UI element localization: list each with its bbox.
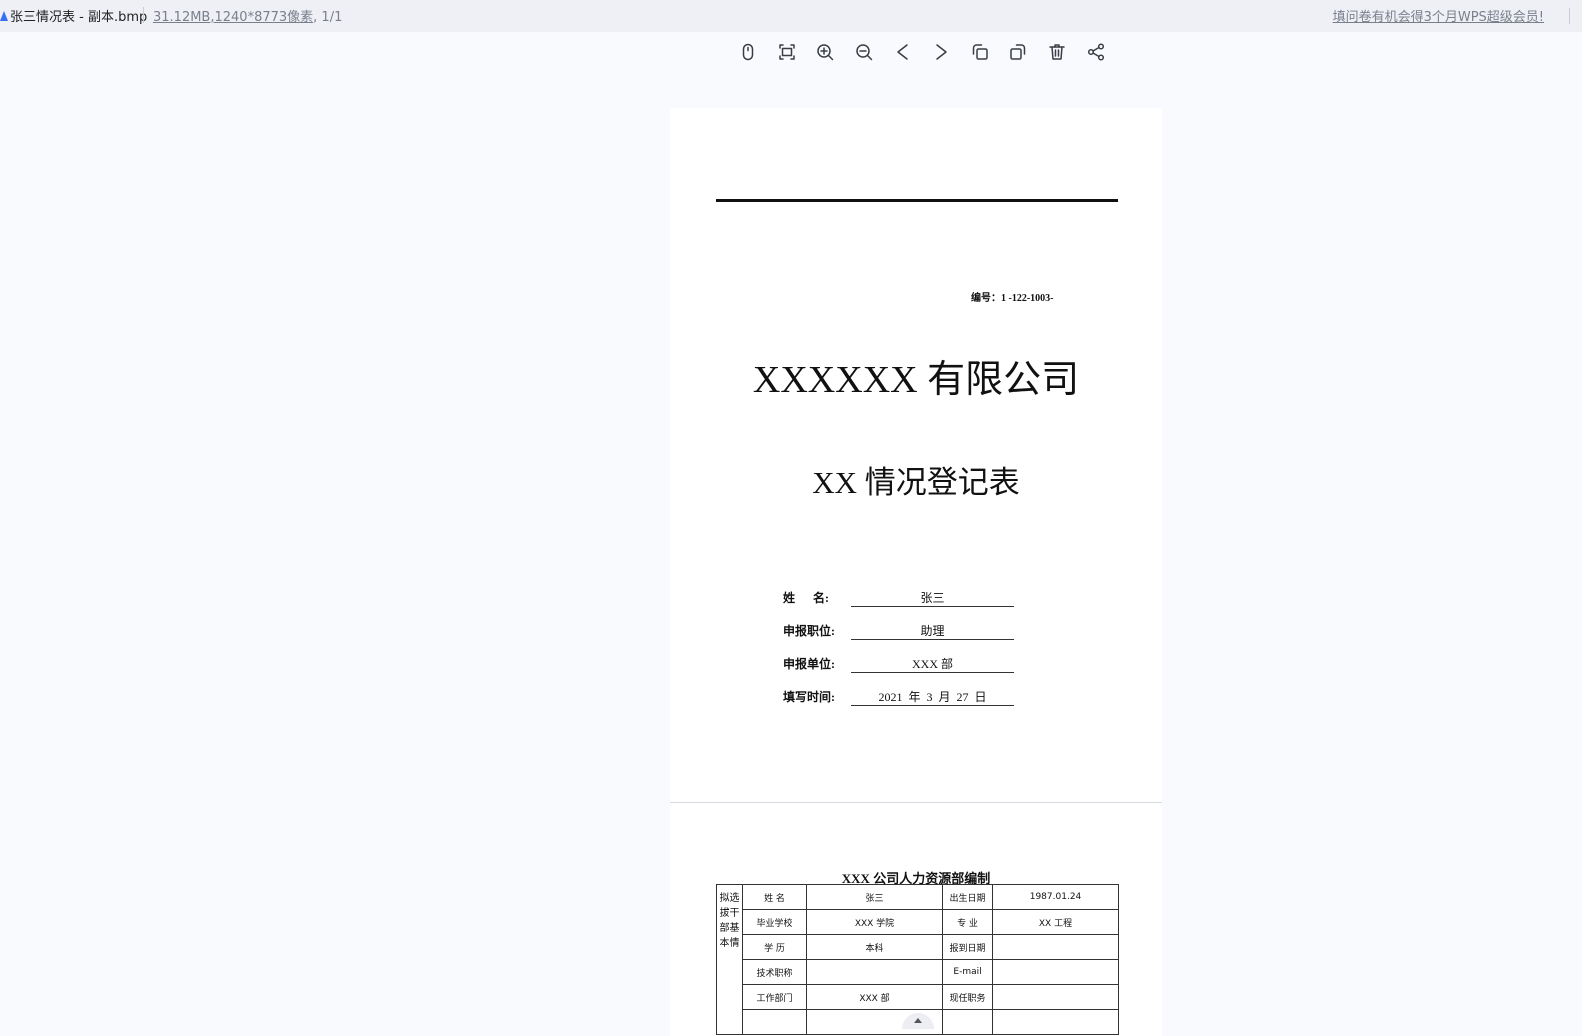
rotate-right-icon <box>1010 44 1026 60</box>
fit-screen-button[interactable] <box>768 36 807 68</box>
table-cell: 技术职称 <box>742 959 807 985</box>
share-icon <box>1087 43 1104 61</box>
form-title: XX 情况登记表 <box>812 465 1020 500</box>
next-button[interactable] <box>922 36 961 68</box>
field-underline <box>851 672 1014 673</box>
field-name: 姓 名: 张三 <box>783 587 1015 607</box>
table-cell: E-mail <box>942 959 993 985</box>
table-row: 学 历 本科 报到日期 <box>717 934 1119 960</box>
previous-icon <box>896 44 908 60</box>
table-row: 拟选拔干部基本情 姓 名 张三 出生日期 1987.01.24 <box>716 884 1119 1035</box>
table-cell: 现任职务 <box>942 984 993 1010</box>
table-cell: 张三 <box>806 884 943 910</box>
zoom-in-icon <box>817 44 834 61</box>
file-size[interactable]: 31.12MB <box>153 10 210 25</box>
company-name: XXXXXX 有限公司 <box>752 359 1080 401</box>
table-cell: 学 历 <box>742 934 807 960</box>
table-cell <box>742 1009 807 1035</box>
app-logo-icon <box>0 11 8 21</box>
previous-button[interactable] <box>883 36 922 68</box>
table-cell: 姓 名 <box>742 884 807 910</box>
title-bar: 张三情况表 - 副本.bmp 31.12MB,1240*8773像素, 1/1 … <box>0 0 1582 32</box>
field-value: 2021 年 3 月 27 日 <box>878 690 987 704</box>
table-cell <box>992 1009 1119 1035</box>
table-cell <box>806 959 943 985</box>
table-row: 毕业学校 XXX 学院 专 业 XX 工程 <box>717 909 1119 935</box>
table-cell <box>992 959 1119 985</box>
rotate-right-button[interactable] <box>999 36 1038 68</box>
field-label: 姓 名: <box>783 591 829 605</box>
table-cell: 1987.01.24 <box>992 884 1119 910</box>
field-underline <box>851 705 1014 706</box>
field-label: 申报职位: <box>783 624 835 638</box>
field-label: 申报单位: <box>783 657 835 671</box>
field-label: 填写时间: <box>783 690 835 704</box>
field-date: 填写时间: 2021 年 3 月 27 日 <box>783 686 1015 706</box>
table-cell: XXX 学院 <box>806 909 943 935</box>
field-underline <box>851 639 1014 640</box>
field-value: 助理 <box>920 624 945 638</box>
table-cell <box>992 934 1119 960</box>
table-cell: XX 工程 <box>992 909 1119 935</box>
zoom-in-button[interactable] <box>806 36 845 68</box>
table-cell: XXX 部 <box>806 984 943 1010</box>
survey-promo-link[interactable]: 填问卷有机会得3个月WPS超级会员! <box>1333 6 1544 25</box>
table-cell: 报到日期 <box>942 934 993 960</box>
table-row: 工作部门 XXX 部 现任职务 <box>717 984 1119 1010</box>
header-rule <box>716 199 1118 202</box>
file-meta: 31.12MB,1240*8773像素, 1/1 <box>153 6 342 25</box>
viewer-toolbar <box>729 36 1115 68</box>
document-image: 编号：1 -122-1003- XXXXXX 有限公司 XX 情况登记表 姓 名… <box>670 108 1162 1036</box>
table-cell: 出生日期 <box>942 884 993 910</box>
mouse-mode-button[interactable] <box>729 36 768 68</box>
field-value: XXX 部 <box>912 657 953 671</box>
delete-icon <box>1049 44 1065 60</box>
page-break <box>670 802 1162 803</box>
table-cell <box>942 1009 993 1035</box>
field-value: 张三 <box>920 591 945 605</box>
serial-number: 编号：1 -122-1003- <box>971 293 1054 304</box>
table-cell: 毕业学校 <box>742 909 807 935</box>
table-cell: 专 业 <box>942 909 993 935</box>
rotate-left-icon <box>972 44 988 60</box>
field-underline <box>851 606 1014 607</box>
table-cell: 本科 <box>806 934 943 960</box>
mouse-icon <box>743 43 754 61</box>
table-side-label: 拟选拔干部基本情 <box>716 884 743 1035</box>
field-unit: 申报单位: XXX 部 <box>783 653 1015 673</box>
delete-button[interactable] <box>1038 36 1077 68</box>
image-dimensions[interactable]: ,1240*8773像素 <box>210 10 313 25</box>
next-icon <box>936 44 948 60</box>
share-button[interactable] <box>1076 36 1115 68</box>
divider <box>1569 8 1570 24</box>
table-cell <box>992 984 1119 1010</box>
page-count: , 1/1 <box>313 10 343 25</box>
fit-screen-icon <box>779 44 795 60</box>
zoom-out-button[interactable] <box>845 36 884 68</box>
file-name: 张三情况表 - 副本.bmp <box>10 10 148 25</box>
field-position: 申报职位: 助理 <box>783 620 1015 640</box>
rotate-left-button[interactable] <box>961 36 1000 68</box>
divider <box>143 7 144 23</box>
chevron-up-icon <box>914 1018 922 1023</box>
zoom-out-icon <box>856 44 873 61</box>
table-cell: 工作部门 <box>742 984 807 1010</box>
table-row: 技术职称 E-mail <box>717 959 1119 985</box>
